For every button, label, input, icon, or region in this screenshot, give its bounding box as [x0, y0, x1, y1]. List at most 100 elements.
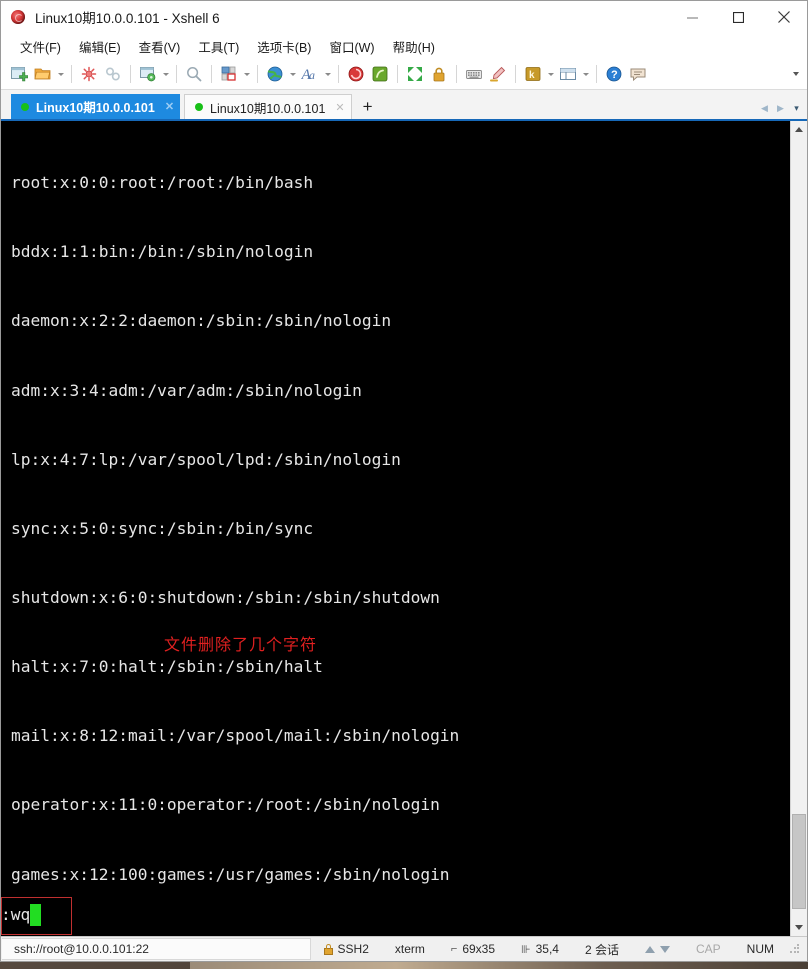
- status-size-label: 69x35: [462, 942, 496, 956]
- font-icon[interactable]: A a: [298, 62, 322, 86]
- arrange-icon[interactable]: [556, 62, 580, 86]
- tab-label: Linux10期10.0.0.101: [210, 101, 326, 116]
- terminal-line: shutdown:x:6:0:shutdown:/sbin:/sbin/shut…: [11, 587, 440, 607]
- lock-icon: [323, 943, 333, 955]
- tab-scroll-right-icon[interactable]: ▶: [774, 100, 787, 116]
- terminal-line: sync:x:5:0:sync:/sbin:/bin/sync: [11, 518, 314, 538]
- close-button[interactable]: [761, 1, 807, 33]
- layout-dropdown-icon[interactable]: [241, 62, 252, 86]
- new-tab-button[interactable]: +: [355, 94, 380, 119]
- terminal-cursor: [30, 903, 42, 926]
- toolbar-separator: [596, 65, 597, 83]
- terminal-line: bddx:1:1:bin:/bin:/sbin/nologin: [11, 242, 314, 262]
- tab-close-icon[interactable]: ✕: [165, 100, 174, 113]
- tab-session-2[interactable]: Linux10期10.0.0.101 ✕: [184, 94, 352, 119]
- session-properties-dropdown-icon[interactable]: [160, 62, 171, 86]
- globe-icon[interactable]: [263, 62, 287, 86]
- terminal-line: mail:x:8:12:mail:/var/spool/mail:/sbin/n…: [11, 726, 460, 746]
- open-folder-dropdown-icon[interactable]: [55, 62, 66, 86]
- resize-icon: ⌐: [450, 943, 458, 955]
- command-text: :wq: [1, 905, 31, 924]
- status-right-group: SSH2 xterm ⌐ 69x35 ⊪ 35,4 2 会话 CAP NUM: [311, 941, 807, 958]
- title-bar: Linux10期10.0.0.101 - Xshell 6: [1, 1, 807, 33]
- chat-icon[interactable]: [626, 62, 650, 86]
- xshell-rose-icon: [11, 9, 27, 25]
- session-properties-icon[interactable]: [136, 62, 160, 86]
- tab-close-icon[interactable]: ✕: [335, 101, 344, 114]
- arrange-dropdown-icon[interactable]: [580, 62, 591, 86]
- fullscreen-icon[interactable]: [403, 62, 427, 86]
- keyboard-icon[interactable]: [462, 62, 486, 86]
- help-icon[interactable]: ?: [602, 62, 626, 86]
- maximize-button[interactable]: [715, 1, 761, 33]
- status-size: ⌐ 69x35: [438, 942, 508, 956]
- new-session-icon[interactable]: [7, 62, 31, 86]
- status-bar: ssh://root@10.0.0.101:22 SSH2 xterm ⌐ 69…: [1, 936, 807, 961]
- scroll-down-icon[interactable]: [791, 919, 807, 936]
- compose-dropdown-icon[interactable]: [545, 62, 556, 86]
- lock-icon[interactable]: [427, 62, 451, 86]
- terminal-line: ftp:x:14:50:FTP User:/var/ftp:/sbin/nolo…: [11, 932, 790, 936]
- reconnect-icon[interactable]: [101, 62, 125, 86]
- menu-window[interactable]: 窗口(W): [320, 34, 383, 59]
- tab-list-dropdown-icon[interactable]: ▾: [790, 100, 803, 116]
- menu-edit[interactable]: 编辑(E): [70, 34, 130, 59]
- status-sessions: 2 会话: [584, 942, 619, 957]
- menu-help[interactable]: 帮助(H): [384, 34, 444, 59]
- toolbar: A a k ?: [1, 59, 807, 90]
- terminal-line: games:x:12:100:games:/usr/games:/sbin/no…: [11, 864, 450, 884]
- terminal-output[interactable]: root:x:0:0:root:/root:/bin/bash bddx:1:1…: [1, 121, 790, 936]
- menu-file[interactable]: 文件(F): [11, 34, 70, 59]
- resize-grip[interactable]: [789, 943, 801, 955]
- status-cursor-label: 35,4: [535, 942, 559, 956]
- menu-view[interactable]: 查看(V): [130, 34, 190, 59]
- tab-bar: Linux10期10.0.0.101 ✕ Linux10期10.0.0.101 …: [1, 90, 807, 121]
- toolbar-separator: [130, 65, 131, 83]
- vim-command-line: :wq: [1, 903, 42, 926]
- window-controls: [669, 1, 807, 33]
- toolbar-separator: [176, 65, 177, 83]
- globe-dropdown-icon[interactable]: [287, 62, 298, 86]
- terminal-line: daemon:x:2:2:daemon:/sbin:/sbin/nologin: [11, 311, 392, 331]
- layout-icon[interactable]: [217, 62, 241, 86]
- connection-status-dot: [21, 102, 29, 111]
- scrollbar-thumb[interactable]: [792, 814, 806, 909]
- status-transfer: [632, 945, 683, 953]
- toolbar-separator: [515, 65, 516, 83]
- svg-text:a: a: [309, 68, 315, 82]
- download-arrow-icon: [659, 945, 670, 953]
- font-dropdown-icon[interactable]: [322, 62, 333, 86]
- tab-scroll-left-icon[interactable]: ◀: [758, 100, 771, 116]
- cursor-position-icon: ⊪: [521, 943, 531, 956]
- annotation-text: 文件删除了几个字符: [164, 635, 318, 654]
- find-icon[interactable]: [182, 62, 206, 86]
- tab-label: Linux10期10.0.0.101: [36, 101, 155, 115]
- status-protocol-label: SSH2: [337, 942, 369, 956]
- toolbar-separator: [71, 65, 72, 83]
- status-connection: ssh://root@10.0.0.101:22: [2, 938, 311, 960]
- scroll-up-icon[interactable]: [791, 121, 807, 138]
- xshell-icon[interactable]: [344, 62, 368, 86]
- tab-session-1[interactable]: Linux10期10.0.0.101 ✕: [11, 94, 181, 119]
- highlight-icon[interactable]: [486, 62, 510, 86]
- compose-icon[interactable]: k: [521, 62, 545, 86]
- status-cursor-position: ⊪ 35,4: [508, 942, 572, 956]
- menu-tools[interactable]: 工具(T): [189, 34, 248, 59]
- open-folder-icon[interactable]: [31, 62, 55, 86]
- window-title: Linux10期10.0.0.101 - Xshell 6: [35, 11, 220, 26]
- xshell-window: Linux10期10.0.0.101 - Xshell 6 文件(F) 编辑(E…: [0, 0, 808, 962]
- toolbar-separator: [211, 65, 212, 83]
- menu-tabs[interactable]: 选项卡(B): [248, 34, 320, 59]
- connection-status-dot: [195, 103, 204, 111]
- toolbar-overflow-icon[interactable]: [789, 62, 803, 86]
- xftp-icon[interactable]: [368, 62, 392, 86]
- disconnect-icon[interactable]: [77, 62, 101, 86]
- toolbar-separator: [456, 65, 457, 83]
- upload-arrow-icon: [644, 945, 655, 953]
- terminal-scrollbar[interactable]: [790, 121, 807, 936]
- terminal-line: adm:x:3:4:adm:/var/adm:/sbin/nologin: [11, 380, 362, 400]
- minimize-button[interactable]: [669, 1, 715, 33]
- status-protocol: SSH2: [311, 942, 382, 956]
- terminal-line: root:x:0:0:root:/root:/bin/bash: [11, 173, 314, 193]
- toolbar-separator: [257, 65, 258, 83]
